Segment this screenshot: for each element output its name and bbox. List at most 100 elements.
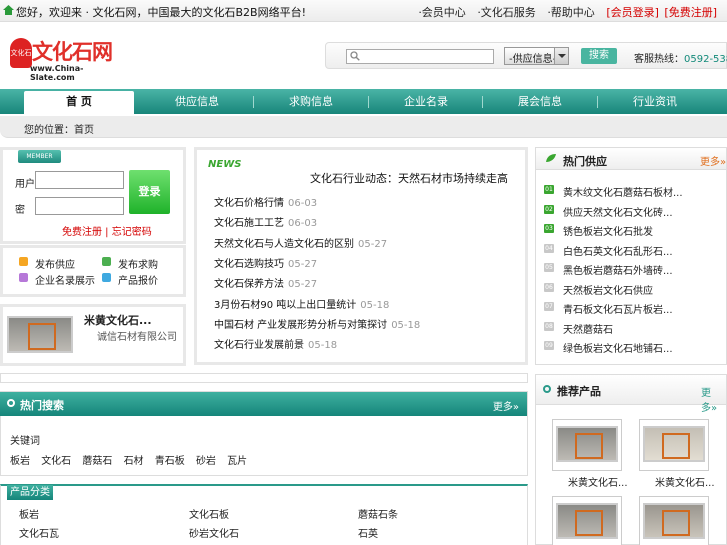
news-item[interactable]: 文化石行业发展前景 05-18 bbox=[214, 336, 337, 351]
ranking-more-link[interactable]: 更多» bbox=[700, 153, 726, 168]
tag-item[interactable]: 文化石 bbox=[41, 456, 71, 467]
news-date: 06-03 bbox=[288, 198, 318, 209]
quick-prices[interactable]: 产品报价 bbox=[118, 272, 158, 287]
news-item[interactable]: 文化石保养方法 05-27 bbox=[214, 275, 317, 290]
search-button[interactable]: 搜索 bbox=[581, 48, 617, 64]
nav-purchase[interactable]: 求购信息 bbox=[256, 89, 366, 114]
featured-product-image[interactable] bbox=[7, 316, 73, 353]
register-link[interactable]: [免费注册] bbox=[664, 6, 717, 19]
hotline: 客服热线：0592-5380101 bbox=[634, 50, 727, 65]
recommend-item[interactable] bbox=[552, 419, 622, 471]
search-input[interactable] bbox=[346, 49, 494, 64]
category-item[interactable]: 板岩 bbox=[19, 506, 39, 521]
nav-supply[interactable]: 供应信息 bbox=[142, 89, 252, 114]
news-title[interactable]: 文化石行业发展前景 bbox=[214, 340, 304, 351]
featured-product-name[interactable]: 米黄文化石... bbox=[84, 312, 152, 328]
rank-number-icon: 06 bbox=[544, 282, 554, 292]
news-item[interactable]: 文化石价格行情 06-03 bbox=[214, 194, 317, 209]
category-item[interactable]: 蘑菇石条 bbox=[358, 506, 398, 521]
chevron-down-icon[interactable] bbox=[554, 48, 568, 64]
tag-item[interactable]: 蘑菇石 bbox=[82, 456, 112, 467]
news-item[interactable]: 天然文化石与人造文化石的区别 05-27 bbox=[214, 235, 387, 250]
category-item[interactable]: 文化石板 bbox=[189, 506, 229, 521]
ranking-title-text[interactable]: 天然蘑菇石 bbox=[563, 321, 613, 336]
hot-search-more-link[interactable]: 更多» bbox=[493, 398, 519, 413]
hotline-number: 0592-5380101 bbox=[684, 54, 727, 65]
category-item[interactable]: 砂岩文化石 bbox=[189, 525, 239, 540]
quick-supply[interactable]: 发布供应 bbox=[35, 256, 75, 271]
ranking-title-text[interactable]: 黑色板岩蘑菇石外墙砖... bbox=[563, 262, 673, 277]
home-icon[interactable] bbox=[3, 5, 14, 15]
ranking-title-text[interactable]: 锈色板岩文化石批发 bbox=[563, 223, 653, 238]
password-field[interactable] bbox=[35, 197, 124, 215]
member-center-link[interactable]: ·会员中心 bbox=[418, 6, 466, 19]
nav-divider bbox=[368, 96, 369, 108]
nav-companies[interactable]: 企业名录 bbox=[371, 89, 481, 114]
news-item[interactable]: 3月份石材90 吨以上出口量统计 05-18 bbox=[214, 296, 389, 311]
category-item[interactable]: 文化石瓦 bbox=[19, 525, 59, 540]
rank-number-icon: 02 bbox=[544, 204, 554, 214]
recommend-title: 推荐产品 bbox=[557, 385, 601, 398]
nav-news[interactable]: 行业资讯 bbox=[600, 89, 710, 114]
news-title[interactable]: 文化石保养方法 bbox=[214, 279, 284, 290]
hot-search-tags: 板岩 文化石 蘑菇石 石材 青石板 砂岩 瓦片 bbox=[10, 452, 255, 467]
login-button[interactable]: 登录 bbox=[129, 170, 170, 214]
news-item[interactable]: 文化石施工工艺 06-03 bbox=[214, 214, 317, 229]
recommend-more-link[interactable]: 更多» bbox=[701, 384, 727, 414]
news-title[interactable]: 3月份石材90 吨以上出口量统计 bbox=[214, 300, 356, 311]
tag-item[interactable]: 石材 bbox=[124, 456, 144, 467]
recommend-item[interactable] bbox=[639, 496, 709, 545]
news-item[interactable]: 文化石选购技巧 05-27 bbox=[214, 255, 317, 270]
tag-item[interactable]: 瓦片 bbox=[227, 456, 247, 467]
login-link[interactable]: [会员登录] bbox=[606, 6, 659, 19]
company-icon bbox=[19, 273, 28, 282]
ranking-title-text[interactable]: 青石板文化石瓦片板岩... bbox=[563, 301, 673, 316]
search-bar: -供应信息- 搜索 客服热线：0592-5380101 bbox=[325, 42, 727, 69]
news-headline[interactable]: 文化石行业动态：天然石材市场持续走高 bbox=[310, 170, 508, 186]
news-date: 05-18 bbox=[308, 340, 338, 352]
circle-icon bbox=[7, 399, 15, 407]
news-title[interactable]: 文化石施工工艺 bbox=[214, 218, 284, 229]
hot-search-header: 热门搜索 更多» bbox=[0, 392, 527, 416]
featured-product-company[interactable]: 诚信石材有限公司 bbox=[97, 328, 177, 343]
free-register-link[interactable]: 免费注册 bbox=[62, 227, 102, 238]
forgot-password-link[interactable]: 忘记密码 bbox=[112, 227, 152, 238]
member-tag: MEMBER bbox=[18, 150, 61, 163]
login-links: 免费注册 | 忘记密码 bbox=[62, 223, 152, 238]
tag-item[interactable]: 砂岩 bbox=[196, 456, 216, 467]
nav-home[interactable]: 首 页 bbox=[24, 91, 134, 114]
ranking-title-text[interactable]: 黄木纹文化石蘑菇石板材... bbox=[563, 184, 683, 199]
news-item[interactable]: 中国石材 产业发展形势分析与对策探讨 05-18 bbox=[214, 316, 420, 331]
ranking-title-text[interactable]: 白色石英文化石乱形石... bbox=[563, 243, 673, 258]
service-link[interactable]: ·文化石服务 bbox=[477, 6, 536, 19]
breadcrumb: 您的位置：首页 bbox=[0, 116, 727, 138]
news-date: 05-18 bbox=[391, 319, 421, 331]
recommend-item[interactable] bbox=[552, 496, 622, 545]
news-title[interactable]: 文化石价格行情 bbox=[214, 198, 284, 209]
news-title[interactable]: 天然文化石与人造文化石的区别 bbox=[214, 239, 354, 250]
ranking-title-text[interactable]: 供应天然文化石文化砖... bbox=[563, 204, 673, 219]
product-image bbox=[643, 503, 705, 539]
category-item[interactable]: 石英 bbox=[358, 525, 378, 540]
ranking-title-text[interactable]: 绿色板岩文化石地铺石... bbox=[563, 340, 673, 355]
recommend-item[interactable] bbox=[639, 419, 709, 471]
tag-item[interactable]: 板岩 bbox=[10, 456, 30, 467]
nav-exhibitions[interactable]: 展会信息 bbox=[485, 89, 595, 114]
categories-tab[interactable]: 产品分类 bbox=[7, 485, 53, 500]
breadcrumb-text: 您的位置：首页 bbox=[24, 125, 94, 136]
username-field[interactable] bbox=[35, 171, 124, 189]
news-date: 05-27 bbox=[288, 258, 318, 270]
search-type-select[interactable]: -供应信息- bbox=[504, 47, 569, 65]
news-date: 05-27 bbox=[288, 279, 318, 291]
quick-companies[interactable]: 企业名录展示 bbox=[35, 272, 95, 287]
site-logo[interactable]: 文化石 文化石网 www.China-Slate.com bbox=[10, 36, 128, 82]
recommend-caption[interactable]: 米黄文化石... bbox=[568, 474, 628, 489]
ranking-title-text[interactable]: 天然板岩文化石供应 bbox=[563, 282, 653, 297]
news-date: 05-27 bbox=[358, 238, 388, 250]
tag-item[interactable]: 青石板 bbox=[155, 456, 185, 467]
help-link[interactable]: ·帮助中心 bbox=[547, 6, 595, 19]
quick-purchase[interactable]: 发布求购 bbox=[118, 256, 158, 271]
recommend-caption[interactable]: 米黄文化石... bbox=[655, 474, 715, 489]
news-title[interactable]: 中国石材 产业发展形势分析与对策探讨 bbox=[214, 320, 387, 331]
news-title[interactable]: 文化石选购技巧 bbox=[214, 259, 284, 270]
